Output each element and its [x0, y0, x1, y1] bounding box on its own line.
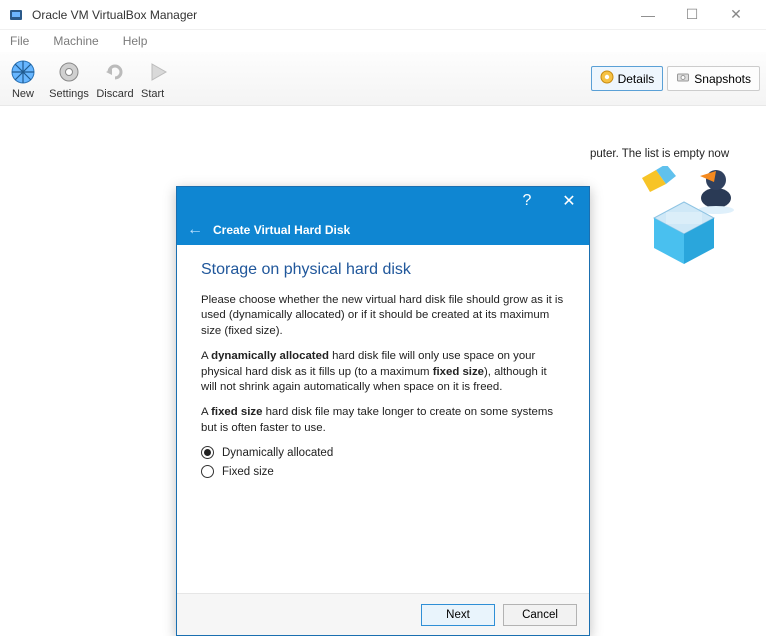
dialog-heading: Storage on physical hard disk — [201, 261, 565, 279]
menu-machine[interactable]: Machine — [47, 32, 104, 50]
dialog-close-button[interactable]: ✕ — [555, 191, 583, 211]
dialog-title: Create Virtual Hard Disk — [213, 223, 350, 237]
new-icon — [9, 58, 37, 86]
start-icon — [144, 58, 172, 86]
new-button[interactable]: New — [0, 52, 46, 106]
main-area: puter. The list is empty now ? — [0, 106, 766, 561]
details-icon — [600, 70, 614, 87]
dialog-paragraph-3: A fixed size hard disk file may take lon… — [201, 405, 565, 436]
virtualbox-logo-art — [624, 166, 744, 279]
gear-icon — [55, 58, 83, 86]
next-button[interactable]: Next — [421, 604, 495, 626]
settings-button[interactable]: Settings — [46, 52, 92, 106]
window-titlebar: Oracle VM VirtualBox Manager — ☐ ✕ — [0, 0, 766, 30]
help-button[interactable]: ? — [513, 192, 541, 210]
new-label: New — [12, 88, 34, 100]
radio-fixed-size[interactable]: Fixed size — [201, 465, 565, 478]
menu-file[interactable]: File — [4, 32, 35, 50]
dialog-paragraph-1: Please choose whether the new virtual ha… — [201, 293, 565, 339]
tab-snapshots[interactable]: Snapshots — [667, 66, 760, 91]
discard-icon — [101, 58, 129, 86]
cancel-button[interactable]: Cancel — [503, 604, 577, 626]
menubar: File Machine Help — [0, 30, 766, 52]
close-button[interactable]: ✕ — [714, 0, 758, 30]
radio-label: Fixed size — [222, 466, 274, 478]
tab-snapshots-label: Snapshots — [694, 72, 751, 86]
tab-details-label: Details — [618, 72, 655, 86]
app-icon — [8, 7, 24, 23]
back-arrow-icon[interactable]: ← — [187, 221, 203, 239]
dialog-subheader: ← Create Virtual Hard Disk — [177, 215, 589, 245]
minimize-button[interactable]: — — [626, 0, 670, 30]
settings-label: Settings — [49, 88, 89, 100]
welcome-text-fragment: puter. The list is empty now — [590, 148, 760, 160]
radio-dynamically-allocated[interactable]: Dynamically allocated — [201, 446, 565, 459]
window-title: Oracle VM VirtualBox Manager — [32, 8, 626, 22]
dialog-footer: Next Cancel — [177, 593, 589, 635]
discard-button[interactable]: Discard — [92, 52, 138, 106]
dialog-titlebar: ? ✕ — [177, 187, 589, 215]
start-label: Start — [141, 88, 175, 100]
radio-icon — [201, 465, 214, 478]
menu-help[interactable]: Help — [117, 32, 154, 50]
wizard-dialog: ? ✕ ← Create Virtual Hard Disk Storage o… — [176, 186, 590, 636]
maximize-button[interactable]: ☐ — [670, 0, 714, 30]
dialog-paragraph-2: A dynamically allocated hard disk file w… — [201, 349, 565, 395]
toolbar: New Settings Discard Start Details Snaps… — [0, 52, 766, 106]
camera-icon — [676, 70, 690, 87]
start-button[interactable]: Start — [138, 52, 178, 106]
dialog-body: Storage on physical hard disk Please cho… — [177, 245, 589, 593]
radio-icon — [201, 446, 214, 459]
radio-label: Dynamically allocated — [222, 447, 333, 459]
discard-label: Discard — [96, 88, 133, 100]
tab-details[interactable]: Details — [591, 66, 664, 91]
